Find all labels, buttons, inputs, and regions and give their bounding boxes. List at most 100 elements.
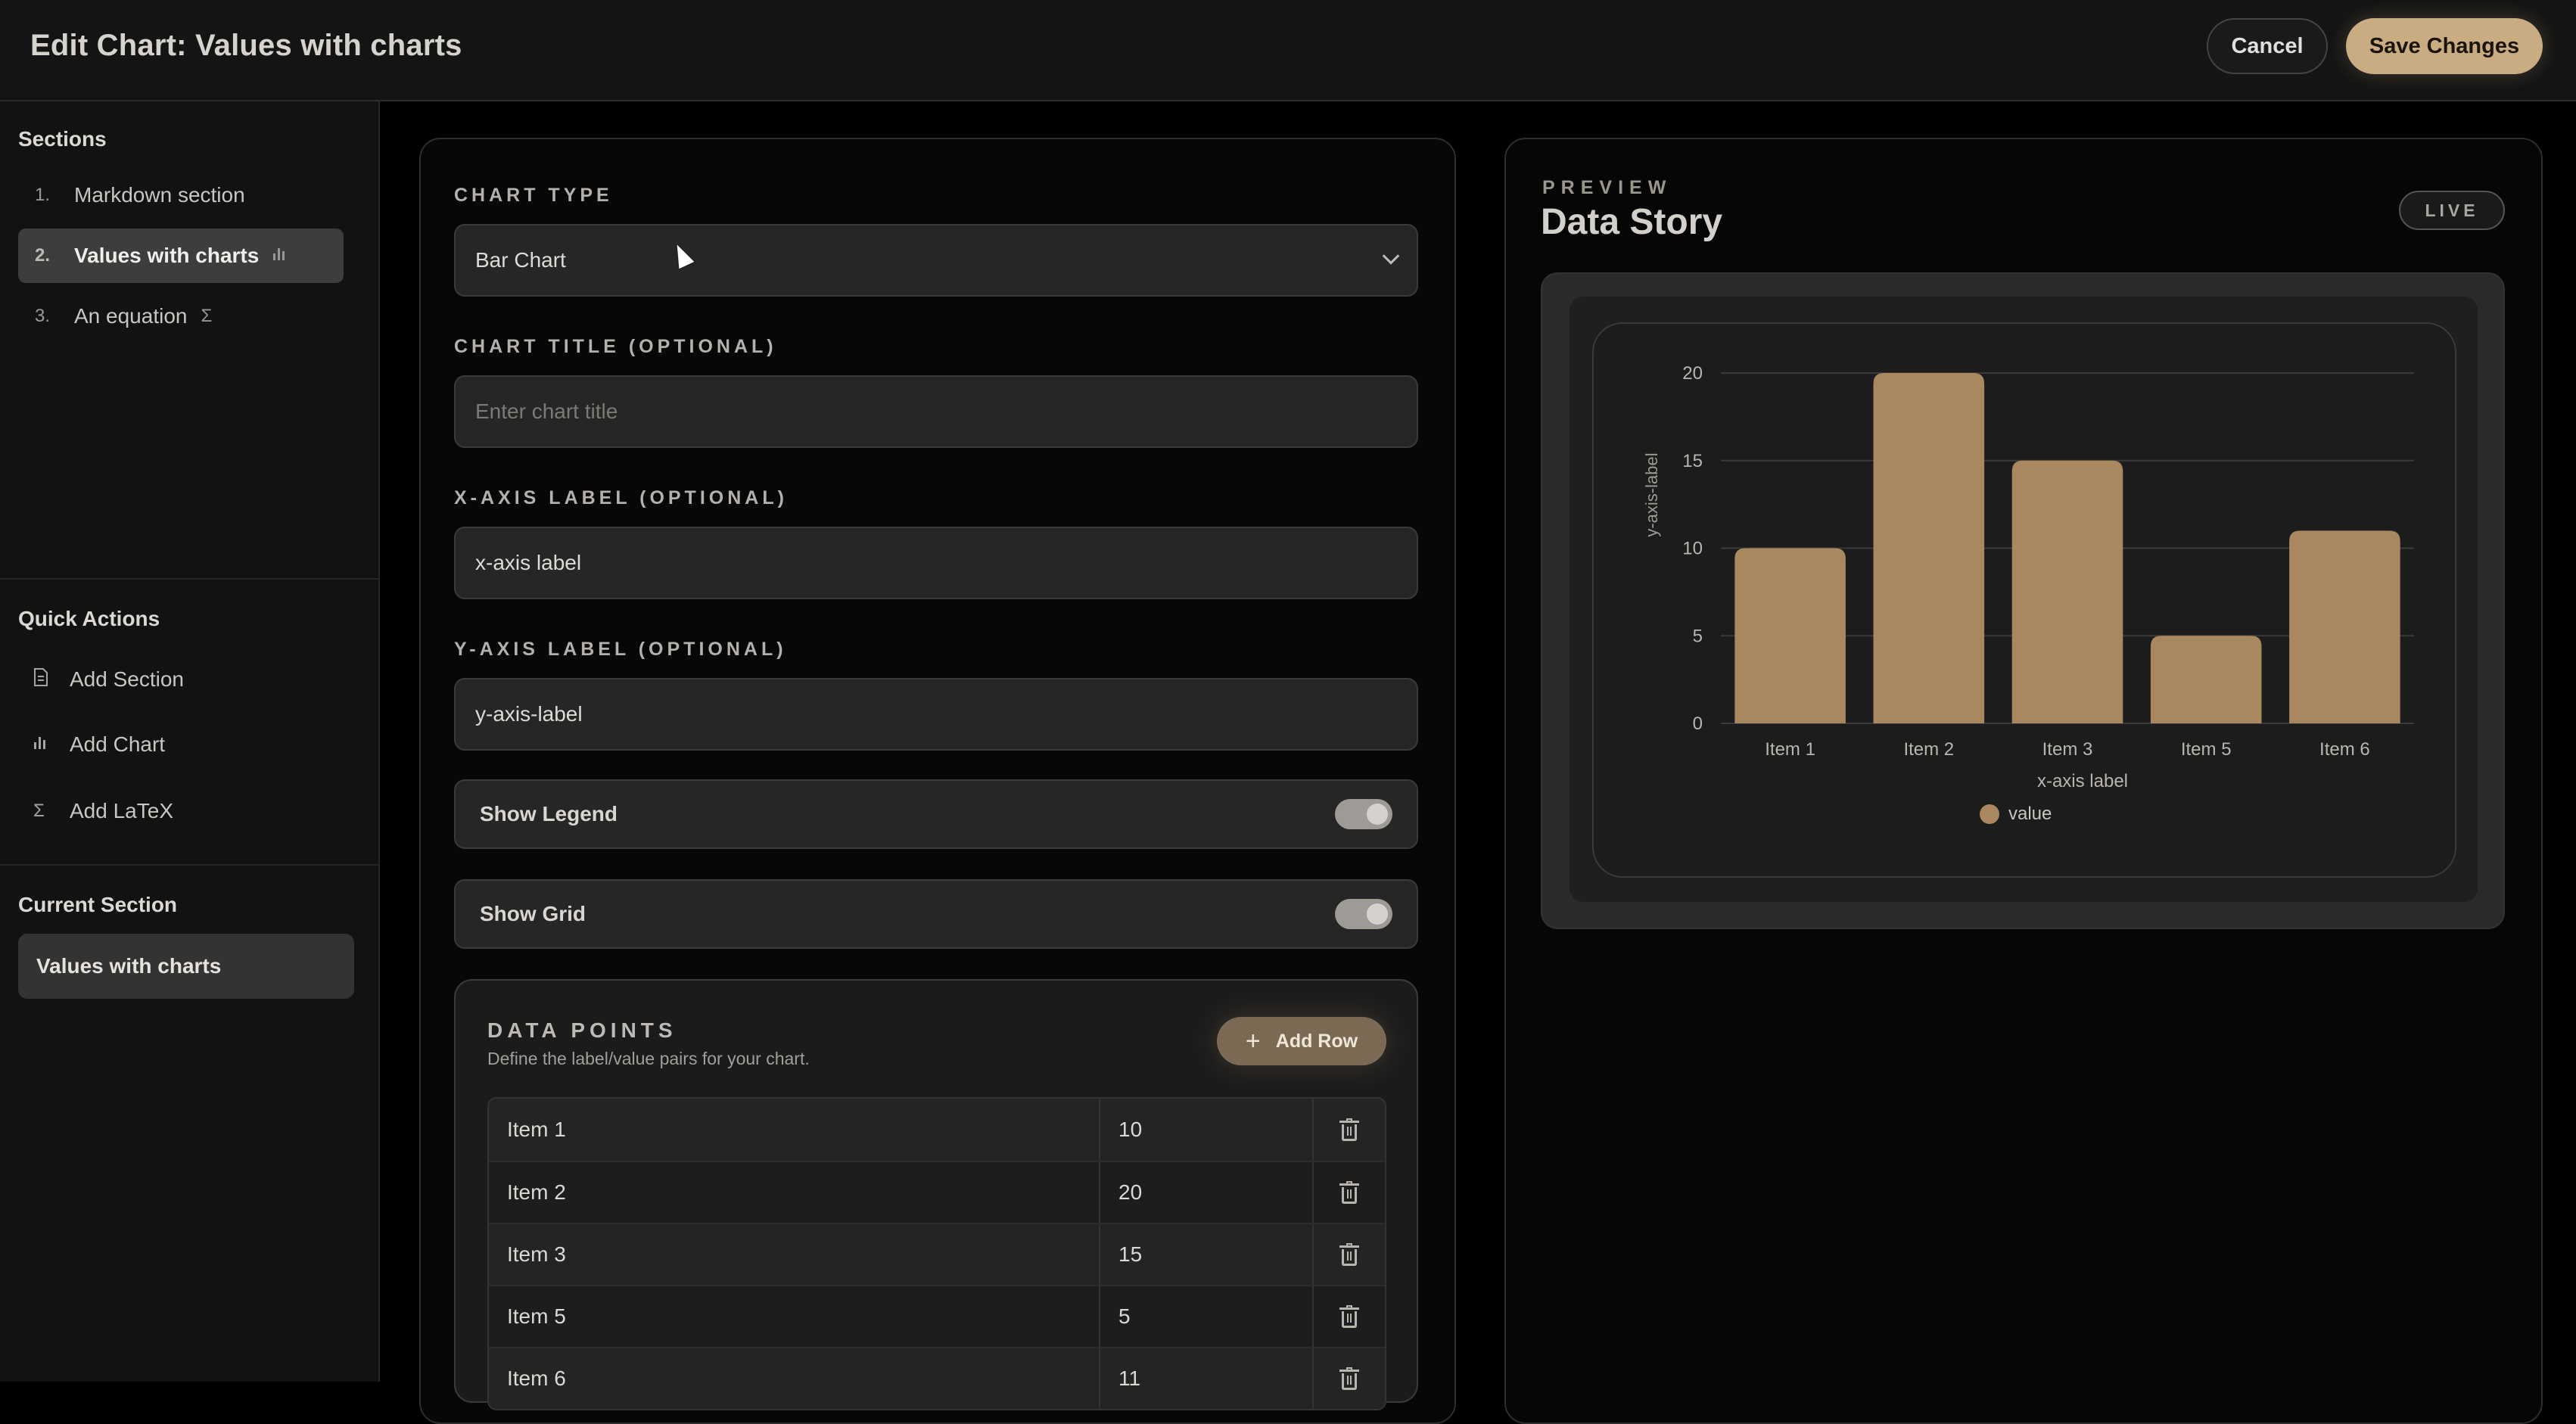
y-axis-label: y-axis-label [1642,452,1661,536]
y-axis-label-label: Y-AXIS LABEL (OPTIONAL) [454,639,787,660]
section-label: An equation [74,304,188,328]
data-points-table: Item 1 10 Item 2 20 Item 3 15 Item 5 5 I… [487,1097,1386,1410]
row-label-input[interactable]: Item 2 [489,1162,1100,1223]
sections-heading: Sections [18,127,107,151]
table-row: Item 1 10 [489,1099,1385,1161]
trash-icon [1339,1367,1359,1390]
y-tick-label: 5 [1693,626,1703,646]
y-tick-label: 20 [1682,363,1703,384]
x-tick-label: Item 6 [2319,739,2370,760]
add-chart-button[interactable]: Add Chart [33,732,165,757]
quick-action-label: Add Section [70,667,184,691]
row-value-input[interactable]: 10 [1100,1099,1314,1161]
show-legend-label: Show Legend [480,802,618,825]
x-tick-label: Item 2 [1903,739,1954,760]
delete-row-button[interactable] [1314,1286,1385,1347]
page-title: Edit Chart: Values with charts [30,29,462,62]
sigma-icon: Σ [33,801,45,821]
bar [2150,636,2262,723]
show-grid-row: Show Grid [454,879,1418,949]
x-axis-label: x-axis label [2037,771,2128,791]
cancel-button[interactable]: Cancel [2207,18,2328,74]
top-bar: Edit Chart: Values with charts Cancel Sa… [0,0,2576,101]
chevron-down-icon [1382,247,1400,265]
trash-icon [1339,1305,1359,1328]
x-tick-label: Item 5 [2181,739,2232,760]
y-tick-label: 0 [1693,714,1703,734]
row-label-input[interactable]: Item 5 [489,1286,1100,1347]
x-tick-label: Item 3 [2042,739,2093,760]
trash-icon [1339,1118,1359,1141]
chart-legend: value [1980,804,2052,825]
sidebar-divider [0,578,378,580]
table-row: Item 2 20 [489,1161,1385,1223]
save-changes-button[interactable]: Save Changes [2346,18,2543,74]
data-points-title: DATA POINTS [487,1018,677,1042]
row-label-input[interactable]: Item 6 [489,1348,1100,1409]
section-number: 3. [35,306,51,326]
delete-row-button[interactable] [1314,1162,1385,1223]
delete-row-button[interactable] [1314,1224,1385,1285]
delete-row-button[interactable] [1314,1099,1385,1161]
table-row: Item 3 15 [489,1223,1385,1285]
section-number: 1. [35,185,51,205]
add-latex-button[interactable]: Σ Add LaTeX [33,799,173,823]
row-value-input[interactable]: 15 [1100,1224,1314,1285]
sidebar-divider [0,864,378,866]
x-axis-label-label: X-AXIS LABEL (OPTIONAL) [454,487,788,508]
bar [1873,373,1985,723]
y-tick-label: 15 [1682,451,1703,471]
plus-icon: + [1245,1026,1261,1056]
row-value-input[interactable]: 11 [1100,1348,1314,1409]
section-number: 2. [35,245,51,266]
section-label: Values with charts [74,244,260,267]
data-points-subtitle: Define the label/value pairs for your ch… [487,1049,810,1068]
preview-kicker: PREVIEW [1542,177,1672,198]
add-row-label: Add Row [1275,1030,1358,1052]
chart-title-label: CHART TITLE (OPTIONAL) [454,336,777,357]
current-section-value: Values with charts [18,934,354,999]
row-label-input[interactable]: Item 3 [489,1224,1100,1285]
legend-swatch [1980,804,1999,824]
sidebar-section-values-with-charts[interactable]: 2. Values with charts [18,229,344,283]
x-axis-label-input[interactable]: x-axis label [454,527,1418,599]
add-row-button[interactable]: + Add Row [1217,1017,1386,1065]
section-label: Markdown section [74,183,245,207]
trash-icon [1339,1243,1359,1266]
bar-chart-icon [33,734,70,755]
quick-action-label: Add Chart [70,732,166,756]
show-legend-row: Show Legend [454,779,1418,849]
row-value-input[interactable]: 5 [1100,1286,1314,1347]
current-section-heading: Current Section [18,893,178,916]
chart-type-label: CHART TYPE [454,185,613,206]
preview-title: Data Story [1541,202,1723,242]
bar [2011,460,2123,723]
chart-type-select[interactable]: Bar Chart [454,224,1418,297]
delete-row-button[interactable] [1314,1348,1385,1409]
y-axis-label-input[interactable]: y-axis-label [454,678,1418,751]
bar-chart-icon [272,245,286,266]
sigma-icon: Σ [201,306,213,326]
quick-actions-heading: Quick Actions [18,607,160,630]
show-grid-label: Show Grid [480,902,586,925]
live-badge: LIVE [2399,191,2505,230]
chart-type-value: Bar Chart [475,248,566,272]
legend-label: value [2008,804,2052,824]
table-row: Item 6 11 [489,1347,1385,1409]
bar-chart: 0 5 10 15 20 Item 1 Item 2 Item 3 Item 5 Item 6 x-… [1642,363,2414,791]
row-value-input[interactable]: 20 [1100,1162,1314,1223]
row-label-input[interactable]: Item 1 [489,1099,1100,1161]
add-section-button[interactable]: Add Section [33,667,184,692]
sidebar-section-markdown[interactable]: 1. Markdown section [18,168,344,222]
trash-icon [1339,1181,1359,1204]
chart-title-input[interactable]: Enter chart title [454,375,1418,448]
sidebar-section-equation[interactable]: 3. An equation Σ [18,289,344,344]
show-grid-toggle[interactable] [1335,899,1392,929]
table-row: Item 5 5 [489,1285,1385,1347]
show-legend-toggle[interactable] [1335,799,1392,829]
y-tick-label: 10 [1682,539,1703,559]
bar [2289,530,2400,723]
document-icon [33,667,70,692]
bar [1734,548,1846,723]
x-tick-label: Item 1 [1765,739,1815,760]
